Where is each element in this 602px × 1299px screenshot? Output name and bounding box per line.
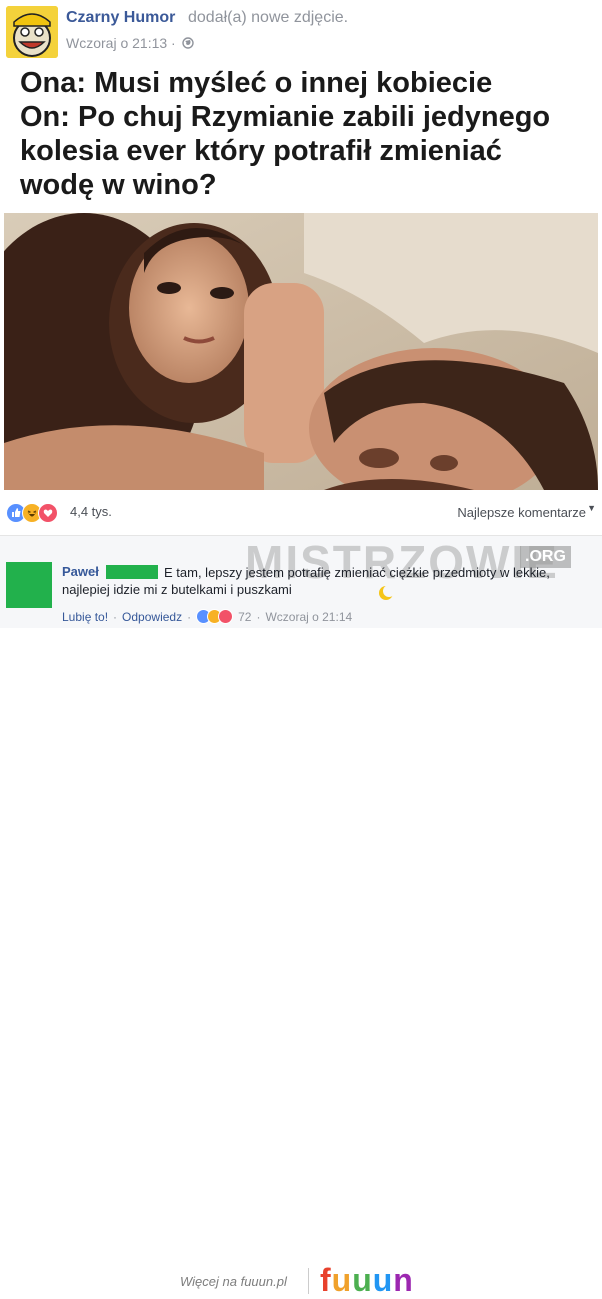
logo-letter: u <box>372 1262 394 1298</box>
meme-line: Ona: Musi myśleć o innej kobiecie <box>20 67 493 99</box>
reaction-count[interactable]: 4,4 tys. <box>70 504 112 519</box>
logo-letter: u <box>331 1262 353 1298</box>
post-timestamp[interactable]: Wczoraj o 21:13 · <box>66 35 194 51</box>
meme-line: On: Po chuj Rzymianie zabili jedynego <box>20 101 551 133</box>
logo-letter: n <box>393 1262 414 1298</box>
separator-dot: · <box>187 609 192 624</box>
comment-actions: Lubię to! · Odpowiedz · 72 · Wczoraj o 2… <box>62 609 352 624</box>
comment-time[interactable]: Wczoraj o 21:14 <box>265 610 352 624</box>
moon-emoji-icon <box>379 585 394 600</box>
separator-dot: · <box>113 609 118 624</box>
page-name-link[interactable]: Czarny Humor <box>66 9 175 27</box>
meme-line: wodę w wino? <box>20 169 217 201</box>
post-photo[interactable] <box>4 213 598 490</box>
comment-reaction-icons[interactable] <box>196 609 234 624</box>
meme-caption: Ona: Musi myśleć o innej kobiecie On: Po… <box>20 66 590 202</box>
separator-dot: · <box>256 609 261 624</box>
globe-icon <box>182 37 194 49</box>
fuuun-logo[interactable]: fuuun <box>320 1262 414 1299</box>
love-icon <box>218 609 234 624</box>
logo-letter: u <box>352 1262 373 1298</box>
chevron-down-icon[interactable]: ▼ <box>587 503 596 513</box>
footer-bar: Więcej na fuuun.pl fuuun <box>0 628 602 1298</box>
facebook-post: Czarny Humor dodał(a) nowe zdjęcie. Wczo… <box>0 0 602 628</box>
comment-author-link[interactable]: Paweł <box>62 564 99 579</box>
comment-reaction-count[interactable]: 72 <box>238 610 251 624</box>
love-icon <box>38 503 58 523</box>
footer-divider <box>308 1268 309 1294</box>
comment-sort-dropdown[interactable]: Najlepsze komentarze <box>457 505 586 520</box>
meme-line: kolesia ever który potrafił zmieniać <box>20 135 502 167</box>
redacted-name-block <box>106 565 158 579</box>
comment-reply-link[interactable]: Odpowiedz <box>122 610 182 624</box>
comment-like-link[interactable]: Lubię to! <box>62 610 108 624</box>
post-action-text: dodał(a) nowe zdjęcie. <box>188 9 349 26</box>
footer-more-link[interactable]: Więcej na fuuun.pl <box>180 1274 287 1289</box>
reaction-icons[interactable] <box>6 503 58 523</box>
post-time-text: Wczoraj o 21:13 · <box>66 35 176 51</box>
page-avatar[interactable] <box>6 6 58 58</box>
commenter-avatar[interactable] <box>6 562 52 608</box>
logo-letter: f <box>320 1262 332 1298</box>
